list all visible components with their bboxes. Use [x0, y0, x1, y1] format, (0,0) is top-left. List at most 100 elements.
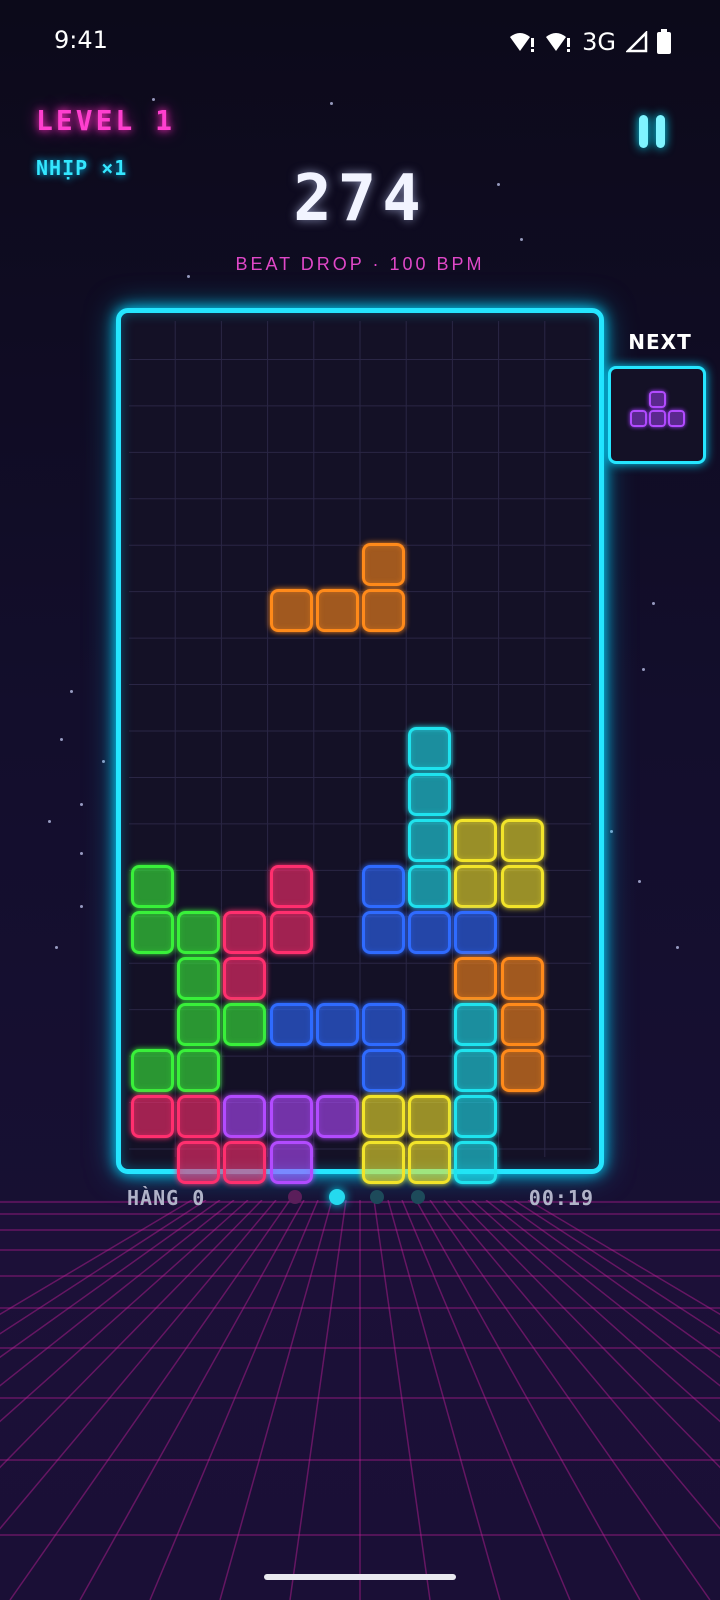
- star: [70, 690, 73, 693]
- block: [177, 957, 221, 1000]
- star: [652, 602, 655, 605]
- star: [676, 946, 679, 949]
- block: [177, 911, 221, 954]
- next-label: NEXT: [628, 330, 692, 354]
- progress-dot: [288, 1190, 302, 1204]
- star: [152, 98, 155, 101]
- star: [80, 803, 83, 806]
- block: [408, 1095, 452, 1138]
- block: [269, 1141, 313, 1184]
- star: [60, 738, 63, 741]
- game-board[interactable]: [116, 308, 604, 1184]
- block: [131, 1095, 174, 1138]
- star: [187, 275, 190, 278]
- block: [408, 911, 452, 954]
- block: [454, 1141, 498, 1184]
- block: [269, 589, 313, 632]
- star: [520, 238, 523, 241]
- block: [177, 1049, 221, 1092]
- block: [131, 865, 174, 908]
- next-piece-block: [630, 410, 647, 427]
- block: [454, 1049, 498, 1092]
- star: [610, 830, 613, 833]
- floor-grid-lines: [0, 1200, 720, 1600]
- wifi-alert-icon: [510, 33, 535, 52]
- star: [330, 102, 333, 105]
- wifi-alert-icon: [546, 33, 571, 52]
- block: [408, 819, 452, 862]
- block: [408, 727, 452, 770]
- block: [131, 911, 174, 954]
- star: [80, 852, 83, 855]
- block: [269, 911, 313, 954]
- block: [269, 1095, 313, 1138]
- next-piece-preview: [608, 366, 706, 464]
- block: [454, 1003, 498, 1046]
- block: [131, 1049, 174, 1092]
- block: [362, 589, 405, 632]
- block: [454, 911, 498, 954]
- block: [500, 1003, 544, 1046]
- block: [223, 911, 267, 954]
- block: [315, 1003, 359, 1046]
- song-info: BEAT DROP · 100 BPM: [235, 254, 485, 274]
- block: [362, 911, 405, 954]
- block: [269, 1003, 313, 1046]
- signal-icon: [626, 31, 648, 53]
- block: [362, 865, 405, 908]
- block: [177, 1003, 221, 1046]
- level-label: LEVEL 1: [36, 104, 176, 137]
- block: [500, 819, 544, 862]
- block: [223, 1095, 267, 1138]
- block: [500, 865, 544, 908]
- block: [500, 1049, 544, 1092]
- star: [638, 880, 641, 883]
- score: 274: [293, 162, 427, 236]
- block: [408, 865, 452, 908]
- progress-dot: [370, 1190, 384, 1204]
- block: [177, 1095, 221, 1138]
- battery-icon: [657, 29, 671, 54]
- block: [454, 819, 498, 862]
- progress-dot: [411, 1190, 425, 1204]
- lines-cleared: HÀNG 0: [127, 1186, 206, 1210]
- star: [102, 760, 105, 763]
- block: [500, 957, 544, 1000]
- pause-icon-bar: [656, 115, 665, 148]
- block: [454, 1095, 498, 1138]
- status-bar: 9:41 3G: [0, 0, 720, 84]
- pause-icon: [639, 115, 648, 148]
- next-piece-block: [649, 410, 666, 427]
- block: [362, 1095, 405, 1138]
- block: [362, 1141, 405, 1184]
- block: [223, 957, 267, 1000]
- block: [362, 1003, 405, 1046]
- next-piece-block: [649, 391, 666, 408]
- block: [362, 543, 405, 586]
- pause-button[interactable]: [632, 112, 672, 152]
- block: [408, 1141, 452, 1184]
- status-icons: 3G: [508, 26, 672, 58]
- board-cells: [129, 321, 591, 1184]
- network-type: 3G: [582, 28, 616, 56]
- block: [454, 865, 498, 908]
- status-time: 9:41: [54, 26, 108, 54]
- block: [223, 1141, 267, 1184]
- block: [223, 1003, 267, 1046]
- block: [454, 957, 498, 1000]
- star: [642, 668, 645, 671]
- timer: 00:19: [528, 1186, 594, 1210]
- block: [315, 589, 359, 632]
- block: [408, 773, 452, 816]
- star: [55, 946, 58, 949]
- progress-dot-active: [329, 1189, 345, 1205]
- star: [80, 905, 83, 908]
- next-piece-block: [668, 410, 685, 427]
- home-indicator[interactable]: [264, 1574, 456, 1580]
- progress-dots: [288, 1184, 438, 1208]
- block: [315, 1095, 359, 1138]
- block: [177, 1141, 221, 1184]
- synthwave-floor-grid: [0, 1200, 720, 1600]
- block: [269, 865, 313, 908]
- block: [362, 1049, 405, 1092]
